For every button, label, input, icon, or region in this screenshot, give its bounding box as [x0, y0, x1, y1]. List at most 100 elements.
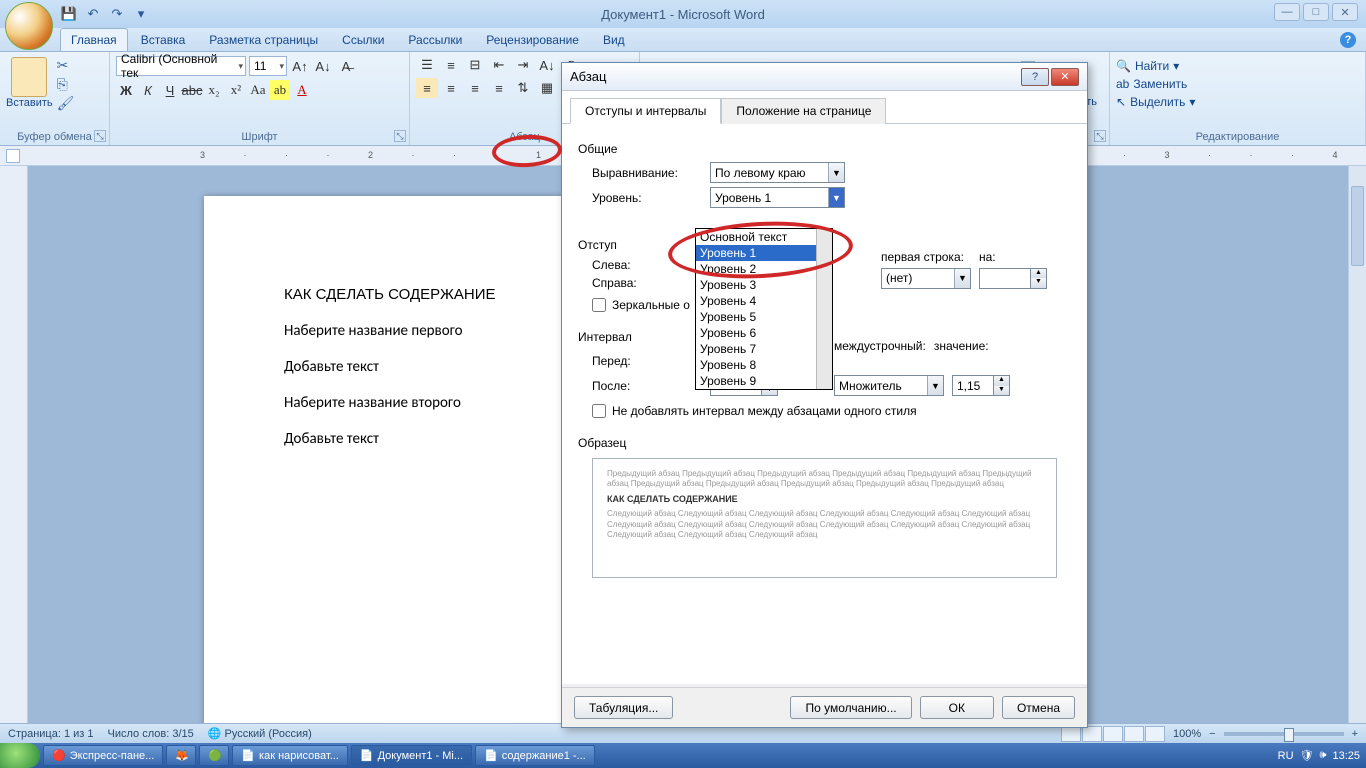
align-right-button[interactable]: ≡ — [464, 78, 486, 98]
maximize-button[interactable]: □ — [1303, 3, 1329, 21]
level-dropdown-list[interactable]: Основной текстУровень 1Уровень 2Уровень … — [695, 228, 833, 390]
zoom-value[interactable]: 100% — [1173, 728, 1201, 740]
mirror-indents-checkbox[interactable] — [592, 298, 606, 312]
dropdown-option[interactable]: Уровень 5 — [696, 309, 832, 325]
align-left-button[interactable]: ≡ — [416, 78, 438, 98]
tabs-button[interactable]: Табуляция... — [574, 696, 673, 719]
font-dialog-launcher[interactable]: ⤡ — [394, 130, 406, 142]
dialog-titlebar[interactable]: Абзац ? ✕ — [562, 63, 1087, 91]
dropdown-option[interactable]: Уровень 7 — [696, 341, 832, 357]
align-center-button[interactable]: ≡ — [440, 78, 462, 98]
doc-heading[interactable]: КАК СДЕЛАТЬ СОДЕРЖАНИЕ — [284, 286, 495, 303]
line-spacing-button[interactable]: ⇅ — [512, 78, 534, 98]
grow-font-icon[interactable]: A↑ — [290, 56, 310, 76]
dropdown-option[interactable]: Уровень 8 — [696, 357, 832, 373]
font-size-combo[interactable]: 11 — [249, 56, 287, 76]
highlight-button[interactable]: ab — [270, 80, 290, 100]
subscript-button[interactable]: x₂ — [204, 80, 224, 100]
office-button[interactable] — [5, 2, 53, 50]
vertical-scrollbar[interactable] — [1348, 166, 1366, 723]
paste-icon[interactable] — [11, 57, 47, 97]
dropdown-option[interactable]: Уровень 9 — [696, 373, 832, 389]
tab-mailings[interactable]: Рассылки — [397, 28, 473, 51]
indent-dec-button[interactable]: ⇤ — [488, 55, 510, 75]
change-case-button[interactable]: Aa — [248, 80, 268, 100]
default-button[interactable]: По умолчанию... — [790, 696, 911, 719]
system-tray[interactable]: RU 🛡 🕪 13:25 — [1278, 749, 1360, 762]
bullets-button[interactable]: ☰ — [416, 55, 438, 75]
taskbar-item[interactable]: 🦊 — [166, 745, 196, 766]
copy-icon[interactable]: ⎘ — [57, 76, 75, 93]
zoom-slider[interactable] — [1224, 732, 1344, 736]
dropdown-option[interactable]: Уровень 1 — [696, 245, 832, 261]
no-space-same-style-checkbox[interactable] — [592, 404, 606, 418]
shrink-font-icon[interactable]: A↓ — [313, 56, 333, 76]
redo-icon[interactable]: ↷ — [108, 5, 126, 23]
start-button[interactable] — [0, 743, 40, 768]
cut-icon[interactable]: ✂ — [57, 57, 75, 74]
dropdown-scrollbar[interactable] — [816, 229, 832, 389]
alignment-dropdown[interactable]: По левому краю▼ — [710, 162, 845, 183]
linespacing-value-spinner[interactable]: ▲▼ — [952, 375, 1010, 396]
clear-format-icon[interactable]: A̶ — [336, 56, 356, 76]
clock[interactable]: 13:25 — [1332, 750, 1360, 762]
tab-selector[interactable] — [6, 149, 20, 163]
zoom-in[interactable]: + — [1352, 728, 1358, 740]
dialog-close-button[interactable]: ✕ — [1051, 68, 1079, 86]
find-button[interactable]: 🔍Найти ▾ — [1116, 59, 1359, 73]
dialog-help-button[interactable]: ? — [1021, 68, 1049, 86]
zoom-out[interactable]: − — [1209, 728, 1215, 740]
vertical-ruler[interactable] — [0, 166, 28, 723]
scroll-thumb[interactable] — [1351, 186, 1364, 266]
taskbar-item-active[interactable]: 📄 Документ1 - Mi... — [351, 745, 472, 766]
paste-button[interactable]: Вставить — [6, 97, 53, 109]
outline-level-dropdown[interactable]: Уровень 1▼ — [710, 187, 845, 208]
qat-more-icon[interactable]: ▾ — [132, 5, 150, 23]
tab-references[interactable]: Ссылки — [331, 28, 395, 51]
dropdown-option[interactable]: Уровень 6 — [696, 325, 832, 341]
bold-button[interactable]: Ж — [116, 80, 136, 100]
taskbar-item[interactable]: 📄 как нарисоват... — [232, 745, 348, 766]
dialog-tab-indents[interactable]: Отступы и интервалы — [570, 98, 721, 124]
tab-review[interactable]: Рецензирование — [475, 28, 590, 51]
font-color-button[interactable]: A — [292, 80, 312, 100]
clipboard-dialog-launcher[interactable]: ⤡ — [94, 130, 106, 142]
save-icon[interactable]: 💾 — [60, 5, 78, 23]
format-painter-icon[interactable]: 🖌 — [57, 95, 75, 112]
italic-button[interactable]: К — [138, 80, 158, 100]
linespacing-dropdown[interactable]: Множитель▼ — [834, 375, 944, 396]
status-lang[interactable]: 🌐 Русский (Россия) — [208, 727, 312, 740]
firstline-value-spinner[interactable]: ▲▼ — [979, 268, 1047, 289]
tab-view[interactable]: Вид — [592, 28, 636, 51]
font-name-combo[interactable]: Calibri (Основной тек — [116, 56, 246, 76]
replace-button[interactable]: abЗаменить — [1116, 77, 1359, 91]
superscript-button[interactable]: x² — [226, 80, 246, 100]
taskbar-item[interactable]: 🔴 Экспресс-пане... — [43, 745, 163, 766]
help-icon[interactable]: ? — [1340, 32, 1356, 48]
cancel-button[interactable]: Отмена — [1002, 696, 1075, 719]
minimize-button[interactable]: — — [1274, 3, 1300, 21]
status-page[interactable]: Страница: 1 из 1 — [8, 728, 94, 740]
shading-button[interactable]: ▦ — [536, 78, 558, 98]
justify-button[interactable]: ≡ — [488, 78, 510, 98]
strike-button[interactable]: abc — [182, 80, 202, 100]
taskbar-item[interactable]: 🟢 — [199, 745, 229, 766]
dropdown-option[interactable]: Уровень 4 — [696, 293, 832, 309]
status-words[interactable]: Число слов: 3/15 — [108, 728, 194, 740]
dropdown-option[interactable]: Уровень 3 — [696, 277, 832, 293]
dialog-tab-position[interactable]: Положение на странице — [721, 98, 886, 124]
tab-insert[interactable]: Вставка — [130, 28, 197, 51]
taskbar-item[interactable]: 📄 содержание1 -... — [475, 745, 595, 766]
multilevel-button[interactable]: ⊟ — [464, 55, 486, 75]
tray-icon[interactable]: 🛡 — [1300, 749, 1314, 762]
tray-icon[interactable]: 🕪 — [1320, 749, 1327, 762]
tab-layout[interactable]: Разметка страницы — [198, 28, 329, 51]
sort-button[interactable]: A↓ — [536, 55, 558, 75]
numbering-button[interactable]: ≡ — [440, 55, 462, 75]
dropdown-option[interactable]: Уровень 2 — [696, 261, 832, 277]
indent-inc-button[interactable]: ⇥ — [512, 55, 534, 75]
close-button[interactable]: ✕ — [1332, 3, 1358, 21]
ok-button[interactable]: ОК — [920, 696, 994, 719]
undo-icon[interactable]: ↶ — [84, 5, 102, 23]
tab-home[interactable]: Главная — [60, 28, 128, 51]
